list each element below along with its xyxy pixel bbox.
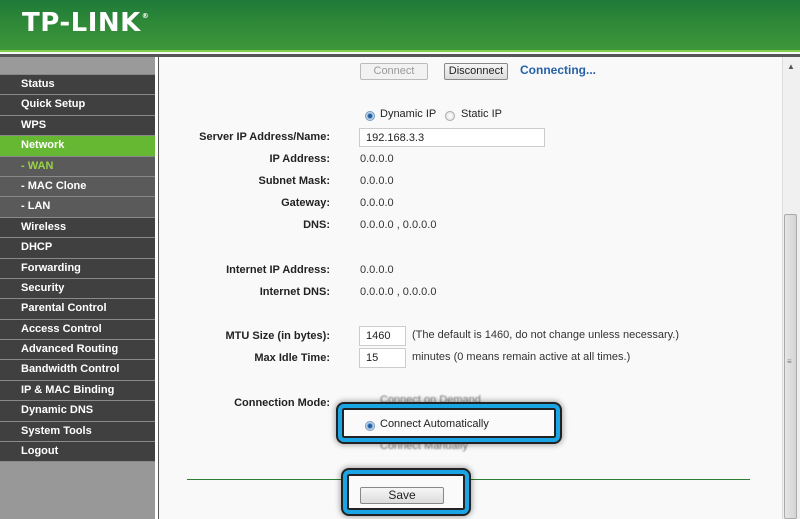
connect-button[interactable]: Connect	[360, 63, 428, 80]
sidebar-item-network[interactable]: Network	[0, 136, 155, 157]
sidebar-item-status[interactable]: Status	[0, 75, 155, 96]
trademark-symbol: ®	[141, 12, 150, 20]
dynamic-ip-radio[interactable]	[365, 111, 375, 121]
sidebar-item-logout[interactable]: Logout	[0, 442, 155, 463]
sidebar-item-ip-mac-binding[interactable]: IP & MAC Binding	[0, 380, 155, 402]
dns-value: 0.0.0.0 , 0.0.0.0	[360, 219, 437, 231]
sidebar-item-parental-control[interactable]: Parental Control	[0, 299, 155, 320]
max-idle-note: minutes (0 means remain active at all ti…	[412, 351, 631, 363]
sidebar-item-dhcp[interactable]: DHCP	[0, 238, 155, 259]
brand-name: TP-LINK	[22, 8, 141, 38]
ip-address-label: IP Address:	[269, 153, 330, 165]
dynamic-ip-label: Dynamic IP	[380, 108, 437, 120]
mtu-input[interactable]	[359, 326, 406, 346]
max-idle-label: Max Idle Time:	[254, 352, 330, 364]
sidebar-item-bandwidth-control[interactable]: Bandwidth Control	[0, 360, 155, 381]
static-ip-radio[interactable]	[445, 111, 455, 121]
ip-address-value: 0.0.0.0	[360, 153, 394, 165]
disconnect-button[interactable]: Disconnect	[444, 63, 508, 80]
gateway-value: 0.0.0.0	[360, 197, 394, 209]
sidebar-item-security[interactable]: Security	[0, 278, 155, 300]
scrollbar-thumb[interactable]: ≡	[784, 214, 797, 519]
sidebar-item-wireless[interactable]: Wireless	[0, 217, 155, 239]
static-ip-label: Static IP	[461, 108, 502, 120]
sidebar-item-system-tools[interactable]: System Tools	[0, 421, 155, 443]
server-ip-label: Server IP Address/Name:	[199, 131, 330, 143]
save-button[interactable]: Save	[360, 487, 444, 504]
sidebar-nav: Status Quick Setup WPS Network - WAN - M…	[0, 57, 155, 519]
vertical-scrollbar[interactable]: ▲ ≡	[782, 57, 800, 519]
sidebar-item-forwarding[interactable]: Forwarding	[0, 258, 155, 279]
connection-status: Connecting...	[520, 63, 596, 77]
sidebar-divider	[155, 57, 159, 519]
dns-label: DNS:	[303, 219, 330, 231]
gateway-label: Gateway:	[281, 197, 330, 209]
subnet-mask-label: Subnet Mask:	[258, 175, 330, 187]
server-ip-input[interactable]	[359, 128, 545, 147]
sidebar-item-wan[interactable]: - WAN	[0, 156, 155, 177]
scrollbar-grip-icon: ≡	[787, 357, 792, 366]
sidebar-item-lan[interactable]: - LAN	[0, 197, 155, 218]
scroll-up-arrow-icon[interactable]: ▲	[787, 62, 795, 71]
tp-link-logo: TP-LINK®	[22, 8, 149, 38]
sidebar-item-quick-setup[interactable]: Quick Setup	[0, 95, 155, 116]
mtu-note: (The default is 1460, do not change unle…	[412, 329, 680, 341]
sidebar-top-band	[0, 57, 155, 75]
max-idle-input[interactable]	[359, 348, 406, 368]
mtu-label: MTU Size (in bytes):	[225, 330, 330, 342]
internet-ip-label: Internet IP Address:	[226, 264, 330, 276]
connect-automatically-radio[interactable]	[365, 421, 375, 431]
header-banner: TP-LINK®	[0, 0, 800, 52]
sidebar-item-dynamic-dns[interactable]: Dynamic DNS	[0, 401, 155, 422]
sidebar-item-mac-clone[interactable]: - MAC Clone	[0, 176, 155, 198]
internet-dns-value: 0.0.0.0 , 0.0.0.0	[360, 286, 437, 298]
connect-automatically-label: Connect Automatically	[380, 418, 489, 430]
connection-mode-label: Connection Mode:	[234, 397, 330, 409]
sidebar-item-wps[interactable]: WPS	[0, 115, 155, 137]
sidebar-item-advanced-routing[interactable]: Advanced Routing	[0, 340, 155, 361]
sidebar-item-access-control[interactable]: Access Control	[0, 319, 155, 341]
internet-dns-label: Internet DNS:	[259, 286, 330, 298]
subnet-mask-value: 0.0.0.0	[360, 175, 394, 187]
main-content	[160, 57, 782, 519]
internet-ip-value: 0.0.0.0	[360, 264, 394, 276]
